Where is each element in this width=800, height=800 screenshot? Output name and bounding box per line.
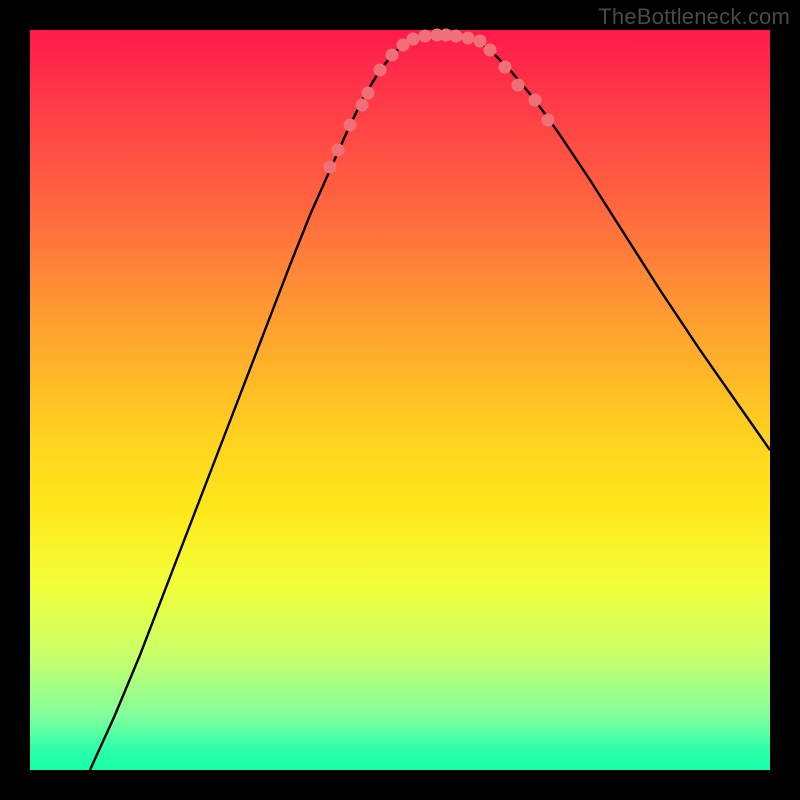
- marker-dot: [356, 99, 369, 112]
- marker-dot: [324, 161, 337, 174]
- plot-area: [30, 30, 770, 770]
- marker-dot: [542, 114, 555, 127]
- marker-dot: [462, 32, 475, 45]
- bottleneck-curve: [90, 35, 770, 770]
- marker-dot: [474, 35, 487, 48]
- marker-dot: [499, 61, 512, 74]
- marker-dot: [512, 79, 525, 92]
- marker-dot: [332, 144, 345, 157]
- marker-dot: [386, 49, 399, 62]
- chart-svg: [30, 30, 770, 770]
- marker-dot: [450, 30, 463, 43]
- marker-dot: [344, 119, 357, 132]
- marker-dot: [484, 44, 497, 57]
- marker-dot: [419, 30, 432, 43]
- chart-frame: TheBottleneck.com: [0, 0, 800, 800]
- highlight-markers: [324, 29, 555, 174]
- watermark-text: TheBottleneck.com: [598, 4, 790, 30]
- marker-dot: [362, 87, 375, 100]
- marker-dot: [407, 33, 420, 46]
- marker-dot: [529, 94, 542, 107]
- marker-dot: [374, 64, 387, 77]
